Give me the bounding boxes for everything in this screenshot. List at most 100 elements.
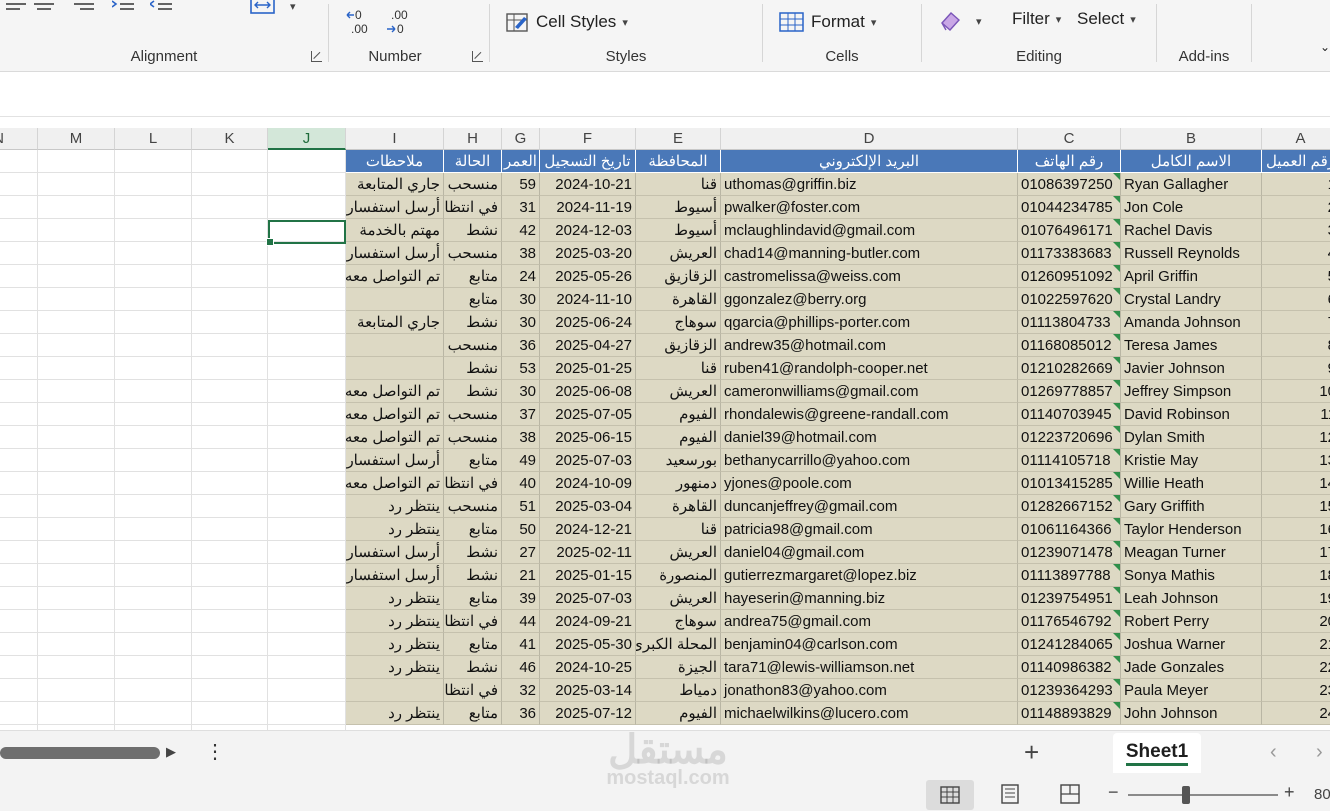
table-cell[interactable]: 36 [502,334,540,357]
empty-cell[interactable] [0,288,38,311]
table-cell[interactable]: Joshua Warner [1121,633,1262,656]
column-header-f[interactable]: F [540,128,636,150]
scroll-right-icon[interactable]: ▶ [166,744,176,760]
formula-bar[interactable] [0,73,1330,117]
table-cell[interactable]: منسحب [444,173,502,196]
table-cell[interactable]: pwalker@foster.com [721,196,1018,219]
table-cell[interactable]: متابع [444,702,502,725]
empty-cell[interactable] [38,380,115,403]
empty-cell[interactable] [268,472,346,495]
table-cell[interactable]: 21 [502,564,540,587]
table-header-cell[interactable]: تاريخ التسجيل [540,150,636,173]
table-cell[interactable]: أسيوط [636,196,721,219]
table-cell[interactable]: 53 [502,357,540,380]
table-cell[interactable]: ينتظر رد [346,518,444,541]
table-cell[interactable]: الجيزة [636,656,721,679]
active-cell-selection[interactable] [266,220,346,246]
error-indicator-icon[interactable] [1113,288,1120,295]
zoom-slider[interactable] [1128,786,1278,804]
spreadsheet-grid[interactable]: NMLKJIHGFEDCBA ملاحظاتالحالةالعمرتاريخ ا… [0,128,1330,730]
table-cell[interactable]: daniel04@gmail.com [721,541,1018,564]
empty-cell[interactable] [0,311,38,334]
table-cell[interactable]: المحلة الكبرى [636,633,721,656]
empty-cell[interactable] [268,610,346,633]
empty-cell[interactable] [0,242,38,265]
table-cell[interactable]: متابع [444,518,502,541]
empty-cell[interactable] [38,472,115,495]
table-cell[interactable]: yjones@poole.com [721,472,1018,495]
empty-cell[interactable] [192,150,268,173]
table-cell[interactable]: Kristie May [1121,449,1262,472]
table-cell[interactable]: 2025-07-05 [540,403,636,426]
table-cell[interactable]: 01176546792 [1018,610,1121,633]
column-header-c[interactable]: C [1018,128,1121,150]
table-cell[interactable]: 30 [502,288,540,311]
empty-cell[interactable] [268,242,346,265]
table-header-cell[interactable]: الاسم الكامل [1121,150,1262,173]
empty-cell[interactable] [115,219,192,242]
empty-cell[interactable] [38,426,115,449]
table-cell[interactable]: cameronwilliams@gmail.com [721,380,1018,403]
table-cell[interactable]: ينتظر رد [346,656,444,679]
table-cell[interactable]: 01140703945 [1018,403,1121,426]
empty-cell[interactable] [268,311,346,334]
error-indicator-icon[interactable] [1113,426,1120,433]
table-cell[interactable]: سوهاج [636,311,721,334]
page-layout-view-icon[interactable] [1000,784,1020,809]
empty-cell[interactable] [192,311,268,334]
table-cell[interactable]: 23 [1262,679,1330,702]
table-cell[interactable]: daniel39@hotmail.com [721,426,1018,449]
number-dialog-launcher-icon[interactable] [472,51,483,62]
empty-cell[interactable] [192,357,268,380]
column-header-e[interactable]: E [636,128,721,150]
table-cell[interactable]: قنا [636,518,721,541]
empty-cell[interactable] [268,288,346,311]
table-cell[interactable]: نشط [444,219,502,242]
zoom-level[interactable]: 80 [1314,786,1330,803]
empty-cell[interactable] [115,357,192,380]
empty-cell[interactable] [192,656,268,679]
empty-cell[interactable] [38,679,115,702]
table-cell[interactable]: 01086397250 [1018,173,1121,196]
table-cell[interactable]: سوهاج [636,610,721,633]
empty-cell[interactable] [0,403,38,426]
table-cell[interactable]: 2025-04-27 [540,334,636,357]
empty-cell[interactable] [115,449,192,472]
decrease-decimal-icon[interactable]: .00 0 [385,8,415,36]
table-cell[interactable]: 2024-12-21 [540,518,636,541]
table-cell[interactable]: Meagan Turner [1121,541,1262,564]
empty-cell[interactable] [192,242,268,265]
table-cell[interactable]: 10 [1262,380,1330,403]
zoom-in-icon[interactable]: + [1284,782,1295,803]
empty-cell[interactable] [192,196,268,219]
table-cell[interactable]: mclaughlindavid@gmail.com [721,219,1018,242]
table-cell[interactable]: 2024-10-21 [540,173,636,196]
empty-cell[interactable] [268,518,346,541]
empty-cell[interactable] [0,357,38,380]
empty-cell[interactable] [38,219,115,242]
table-cell[interactable]: Crystal Landry [1121,288,1262,311]
empty-cell[interactable] [268,426,346,449]
table-cell[interactable]: 01140986382 [1018,656,1121,679]
empty-cell[interactable] [192,403,268,426]
table-cell[interactable]: 01113897788 [1018,564,1121,587]
empty-cell[interactable] [268,495,346,518]
table-cell[interactable]: 01173383683 [1018,242,1121,265]
empty-cell[interactable] [268,150,346,173]
error-indicator-icon[interactable] [1113,311,1120,318]
table-cell[interactable]: patricia98@gmail.com [721,518,1018,541]
table-cell[interactable]: John Johnson [1121,702,1262,725]
empty-cell[interactable] [0,541,38,564]
empty-cell[interactable] [268,357,346,380]
empty-cell[interactable] [115,587,192,610]
empty-cell[interactable] [0,426,38,449]
empty-cell[interactable] [38,518,115,541]
empty-cell[interactable] [115,380,192,403]
table-header-cell[interactable]: العمر [502,150,540,173]
error-indicator-icon[interactable] [1113,449,1120,456]
error-indicator-icon[interactable] [1113,334,1120,341]
empty-cell[interactable] [115,403,192,426]
table-cell[interactable] [346,357,444,380]
table-cell[interactable]: Jade Gonzales [1121,656,1262,679]
empty-cell[interactable] [38,173,115,196]
